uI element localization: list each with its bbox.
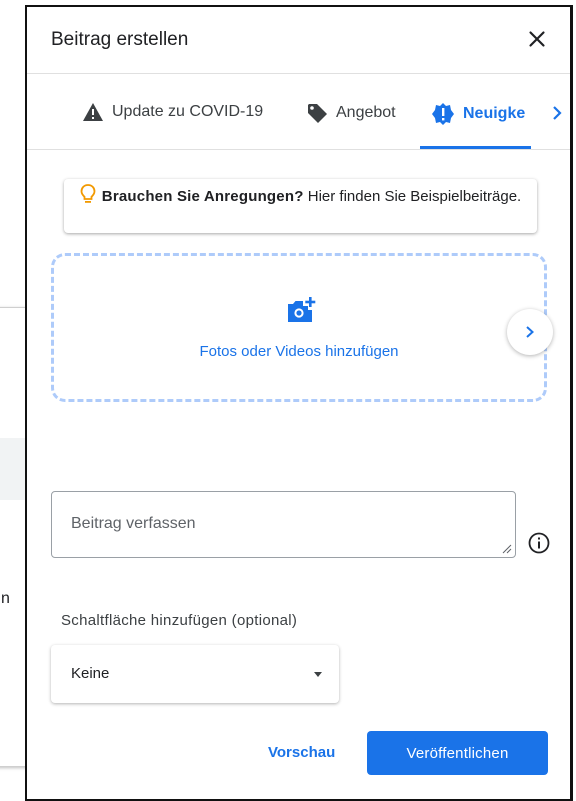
close-icon[interactable] xyxy=(524,26,550,52)
resize-handle-icon[interactable] xyxy=(502,544,512,554)
active-tab-indicator xyxy=(420,146,531,149)
tab-label: Angebot xyxy=(336,104,396,121)
post-text-field[interactable]: Beitrag verfassen xyxy=(51,491,516,558)
carousel-next-button[interactable] xyxy=(507,309,553,355)
dropdown-caret-icon xyxy=(314,672,322,677)
news-icon xyxy=(432,103,454,125)
tab-offer[interactable]: Angebot xyxy=(306,102,396,124)
tip-bold-text: Brauchen Sie Anregungen? xyxy=(101,188,304,205)
tab-news[interactable]: Neuigke xyxy=(431,102,525,126)
chevron-right-icon xyxy=(526,326,534,338)
tab-label: Neuigke xyxy=(463,105,526,122)
add-photo-icon xyxy=(288,297,316,322)
chevron-right-icon[interactable] xyxy=(550,105,564,121)
create-post-dialog: Beitrag erstellen Update zu COVID-19 Ang… xyxy=(25,5,573,801)
tab-covid-update[interactable]: Update zu COVID-19 xyxy=(82,102,263,122)
dialog-header: Beitrag erstellen xyxy=(27,7,570,74)
warning-icon xyxy=(83,103,103,121)
preview-button[interactable]: Vorschau xyxy=(268,744,335,761)
lightbulb-icon xyxy=(80,184,96,203)
add-media-label: Fotos oder Videos hinzufügen xyxy=(199,343,399,360)
publish-label: Veröffentlichen xyxy=(406,744,509,762)
dialog-title: Beitrag erstellen xyxy=(51,29,189,50)
tab-label: Update zu COVID-19 xyxy=(112,103,264,120)
post-type-tabs: Update zu COVID-19 Angebot Neuigke xyxy=(27,74,570,150)
post-text-placeholder: Beitrag verfassen xyxy=(71,515,196,532)
button-type-value: Keine xyxy=(71,665,110,682)
info-icon[interactable] xyxy=(527,531,551,555)
inspiration-tip[interactable]: Brauchen Sie Anregungen? Hier finden Sie… xyxy=(64,179,537,233)
publish-button[interactable]: Veröffentlichen xyxy=(367,731,548,775)
button-type-select[interactable]: Keine xyxy=(51,645,339,703)
tip-text: Hier finden Sie Beispielbeiträge. xyxy=(303,188,522,205)
tag-icon xyxy=(308,104,327,123)
add-button-label: Schaltfläche hinzufügen (optional) xyxy=(61,612,298,629)
background-text-fragment: n xyxy=(1,590,10,607)
media-dropzone[interactable]: Fotos oder Videos hinzufügen xyxy=(51,253,547,402)
